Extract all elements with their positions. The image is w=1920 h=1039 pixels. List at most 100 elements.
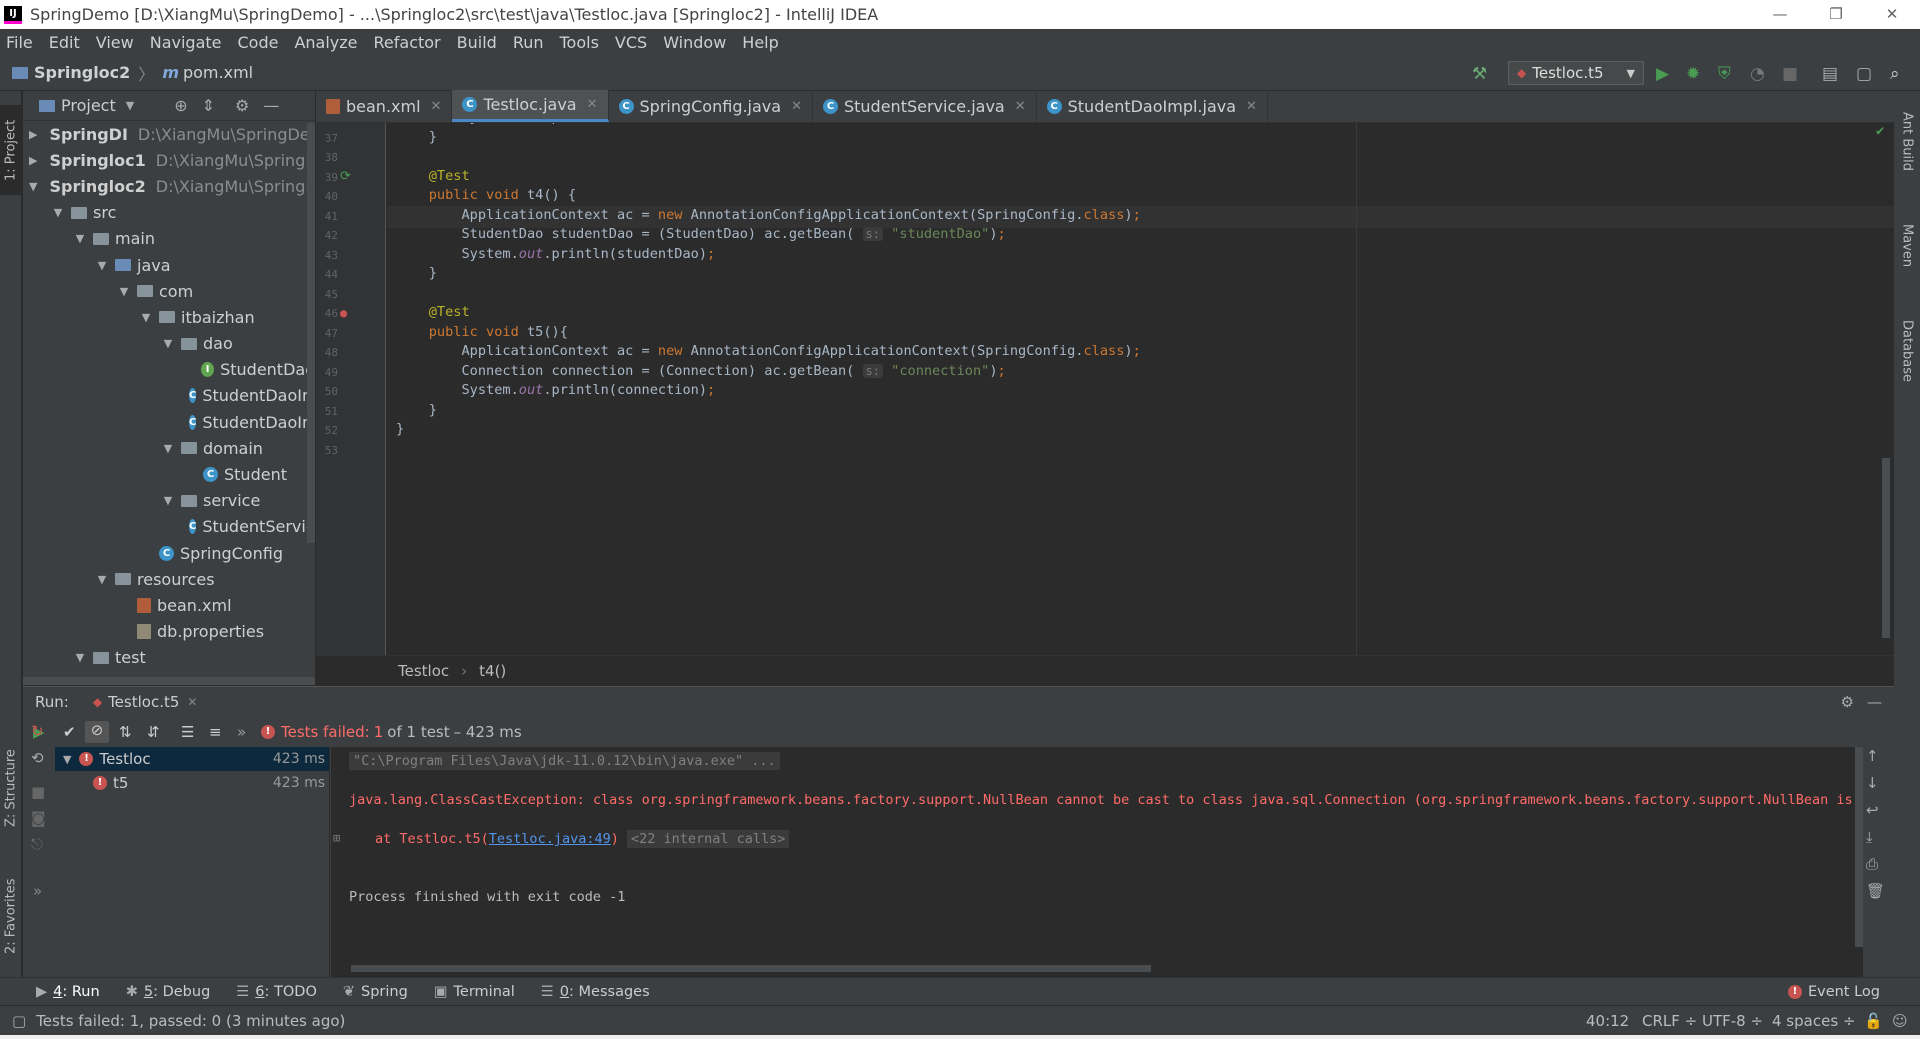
test-tree-row[interactable]: ! t5 423 ms xyxy=(55,771,329,795)
tree-item[interactable]: C StudentService xyxy=(23,514,315,540)
menu-file[interactable]: File xyxy=(6,33,33,52)
code-line[interactable]: System.out.println(connection); xyxy=(396,382,715,398)
event-log-tab[interactable]: ! Event Log xyxy=(1787,984,1880,1000)
tab-maven[interactable]: Maven xyxy=(1894,211,1920,281)
tree-item[interactable]: C StudentDaoImpl xyxy=(23,383,315,409)
more-icon[interactable]: » xyxy=(237,723,246,741)
breadcrumb-class[interactable]: Testloc xyxy=(398,662,449,680)
file-encoding[interactable]: UTF-8 ÷ xyxy=(1702,1012,1763,1030)
close-tab-icon[interactable]: ✕ xyxy=(1246,99,1257,114)
editor-tab[interactable]: C StudentDaoImpl.java ✕ xyxy=(1037,90,1268,122)
code-area[interactable]: System.out.println(studentService); } @T… xyxy=(316,123,1356,655)
chevron-down-icon[interactable]: ▼ xyxy=(73,651,87,664)
editor-tab[interactable]: C Testloc.java ✕ xyxy=(452,90,609,122)
debug-icon[interactable]: ✹ xyxy=(1686,64,1700,84)
collapse-all-icon[interactable]: ≡ xyxy=(209,723,222,741)
up-arrow-icon[interactable]: ↑ xyxy=(1866,747,1892,774)
breadcrumb-method[interactable]: t4() xyxy=(479,662,506,680)
internal-calls-fold[interactable]: <22 internal calls> xyxy=(627,830,790,848)
horizontal-scrollbar[interactable] xyxy=(23,677,315,685)
close-tab-icon[interactable]: ✕ xyxy=(187,695,197,709)
close-icon[interactable]: ✕ xyxy=(1864,0,1920,29)
expand-all-icon[interactable]: ☰ xyxy=(181,723,194,741)
menu-refactor[interactable]: Refactor xyxy=(374,33,441,52)
menu-run[interactable]: Run xyxy=(513,33,544,52)
menu-build[interactable]: Build xyxy=(457,33,497,52)
project-structure-icon[interactable]: ▤ xyxy=(1822,64,1838,84)
vertical-scrollbar[interactable] xyxy=(307,123,315,543)
chevron-down-icon[interactable]: ▼ xyxy=(29,180,37,193)
tool-tab[interactable]: ☰ 0: Messages xyxy=(541,984,650,1000)
tree-item[interactable]: ▼ main xyxy=(23,226,315,252)
tab-favorites[interactable]: 2: Favorites xyxy=(0,866,22,966)
chevron-down-icon[interactable]: ▼ xyxy=(95,573,109,586)
line-separator[interactable]: CRLF ÷ xyxy=(1642,1012,1697,1030)
close-tab-icon[interactable]: ✕ xyxy=(587,97,598,112)
menu-vcs[interactable]: VCS xyxy=(615,33,647,52)
show-passed-icon[interactable]: ✔ xyxy=(63,723,76,741)
inspector-icon[interactable]: ☺ xyxy=(1892,1012,1908,1030)
tool-tab[interactable]: ☰ 6: TODO xyxy=(236,984,317,1000)
show-ignored-icon[interactable]: ⊘ xyxy=(85,721,109,743)
tool-tab[interactable]: ▶ 4: Run xyxy=(36,984,100,1000)
tool-tab[interactable]: ▣ Terminal xyxy=(434,984,515,1000)
tab-project[interactable]: 1: Project xyxy=(0,105,22,195)
run-icon[interactable]: ▶ xyxy=(1656,64,1669,84)
chevron-down-icon[interactable]: ▼ xyxy=(95,259,109,272)
exit-icon[interactable]: ⎋ xyxy=(31,835,43,853)
test-tree-row[interactable]: ▼! Testloc 423 ms xyxy=(55,747,329,771)
collapse-all-icon[interactable]: ⇕ xyxy=(202,96,215,115)
console-vertical-scrollbar[interactable] xyxy=(1855,747,1863,947)
more-icon[interactable]: » xyxy=(33,882,42,900)
indent-setting[interactable]: 4 spaces ÷ xyxy=(1772,1012,1855,1030)
camera-icon[interactable]: ◙ xyxy=(31,809,46,827)
tab-ant-build[interactable]: Ant Build xyxy=(1894,101,1920,181)
project-panel-title[interactable]: Project xyxy=(61,96,116,115)
menu-view[interactable]: View xyxy=(96,33,134,52)
tree-item[interactable]: ▼ Springloc2 D:\XiangMu\SpringDemo\Springl… xyxy=(23,173,315,199)
tree-item[interactable]: ▼ src xyxy=(23,200,315,226)
chevron-down-icon[interactable]: ▼ xyxy=(73,232,87,245)
code-line[interactable]: } xyxy=(396,129,437,145)
run-tab[interactable]: Testloc.t5 xyxy=(108,693,179,711)
search-icon[interactable]: ⌕ xyxy=(1890,64,1900,84)
close-tab-icon[interactable]: ✕ xyxy=(431,99,442,114)
tree-item[interactable]: ▼ domain xyxy=(23,435,315,461)
code-line[interactable]: } xyxy=(396,402,437,418)
chevron-down-icon[interactable]: ▼ xyxy=(117,285,131,298)
close-tab-icon[interactable]: ✕ xyxy=(791,99,802,114)
lock-icon[interactable]: 🔓 xyxy=(1864,1012,1883,1030)
build-hammer-icon[interactable]: ⚒ xyxy=(1472,64,1487,84)
chevron-down-icon[interactable]: ▼ xyxy=(51,206,65,219)
scroll-to-end-icon[interactable]: ⤓ xyxy=(1866,828,1892,855)
print-icon[interactable]: ⎙ xyxy=(1866,855,1892,882)
code-line[interactable]: System.out.println(studentService); xyxy=(396,123,747,125)
tree-item[interactable]: ▼ itbaizhan xyxy=(23,304,315,330)
tree-item[interactable]: C StudentDaoImpl2 xyxy=(23,409,315,435)
code-line[interactable]: ApplicationContext ac = new AnnotationCo… xyxy=(396,207,1140,223)
tree-item[interactable]: ▼ service xyxy=(23,488,315,514)
toggle-tool-windows-icon[interactable]: ▢ xyxy=(12,1012,26,1030)
stop-icon[interactable]: ■ xyxy=(1782,64,1798,84)
chevron-down-icon[interactable]: ▼ xyxy=(139,311,153,324)
locate-icon[interactable]: ⊕ xyxy=(174,96,187,115)
tree-item[interactable]: ▼ resources xyxy=(23,566,315,592)
tree-item[interactable]: I StudentDao xyxy=(23,357,315,383)
menu-window[interactable]: Window xyxy=(663,33,726,52)
chevron-right-icon[interactable]: ▶ xyxy=(29,154,37,167)
tree-item[interactable]: C Student xyxy=(23,461,315,487)
stop-icon[interactable]: ■ xyxy=(31,783,45,801)
toggle-auto-test-icon[interactable]: ⟲ xyxy=(31,749,44,767)
code-line[interactable]: ApplicationContext ac = new AnnotationCo… xyxy=(396,343,1140,359)
run-configuration-select[interactable]: ◆ Testloc.t5 ▼ xyxy=(1508,61,1644,85)
menu-code[interactable]: Code xyxy=(238,33,279,52)
window-layout-icon[interactable]: ▢ xyxy=(1856,64,1872,84)
menu-help[interactable]: Help xyxy=(742,33,778,52)
code-line[interactable]: } xyxy=(396,421,404,437)
tab-database[interactable]: Database xyxy=(1894,311,1920,391)
tab-structure[interactable]: Z: Structure xyxy=(0,741,22,836)
code-line[interactable]: @Test xyxy=(396,168,470,184)
editor-scrollbar[interactable] xyxy=(1882,458,1890,638)
hide-icon[interactable]: — xyxy=(263,96,279,115)
chevron-down-icon[interactable]: ▼ xyxy=(63,753,71,766)
